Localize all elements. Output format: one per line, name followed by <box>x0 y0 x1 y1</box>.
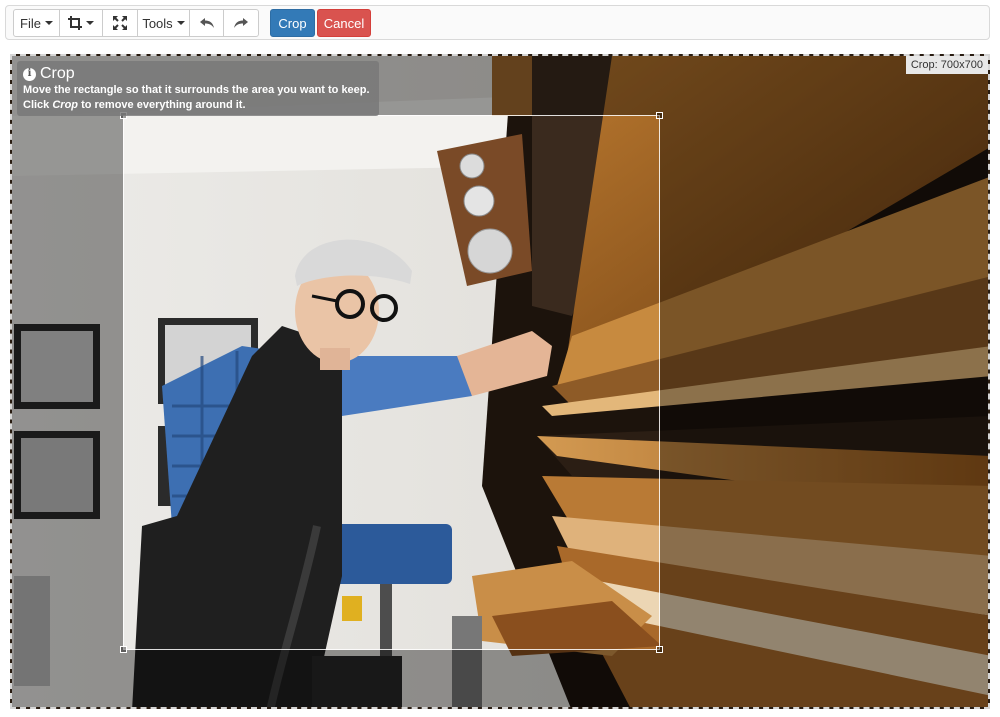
file-menu-button[interactable]: File <box>14 10 60 36</box>
tools-menu-label: Tools <box>142 15 173 31</box>
crop-handle-bottom-left[interactable] <box>120 646 127 653</box>
fit-to-screen-button[interactable] <box>103 10 138 36</box>
undo-arrow-icon <box>199 18 214 28</box>
crop-icon <box>68 16 82 30</box>
crop-handle-top-right[interactable] <box>656 112 663 119</box>
tooltip-line-2-end: to remove everything around it. <box>78 99 246 111</box>
chevron-down-icon <box>86 21 94 25</box>
crop-mask-bottom <box>12 650 988 707</box>
tooltip-title: Crop <box>40 65 75 82</box>
crop-size-label: Crop: 700x700 <box>905 56 988 74</box>
chevron-down-icon <box>176 21 185 25</box>
undo-button[interactable] <box>190 10 224 36</box>
crop-mask-left <box>12 115 123 650</box>
tooltip-title-row: i Crop <box>23 65 373 83</box>
crop-handle-bottom-right[interactable] <box>656 646 663 653</box>
crop-instructions-tooltip: i Crop Move the rectangle so that it sur… <box>17 61 379 116</box>
crop-button[interactable]: Crop <box>270 9 315 37</box>
toolbar-button-group: File Tools <box>13 9 259 37</box>
tooltip-line-1: Move the rectangle so that it surrounds … <box>23 84 370 96</box>
tooltip-line-2-start: Click <box>23 99 53 111</box>
fit-to-screen-icon <box>113 16 127 30</box>
file-menu-label: File <box>20 15 41 31</box>
crop-rectangle[interactable] <box>120 112 663 653</box>
crop-mask-right <box>660 115 988 650</box>
cancel-button[interactable]: Cancel <box>317 9 371 37</box>
image-canvas[interactable]: Crop: 700x700 i Crop Move the rectangle … <box>10 54 990 709</box>
crop-tool-button[interactable] <box>60 10 103 36</box>
info-icon: i <box>23 67 36 81</box>
editor-toolbar: File Tools Crop Cancel <box>5 5 990 40</box>
tooltip-crop-emphasis: Crop <box>52 99 79 111</box>
redo-arrow-icon <box>234 18 248 28</box>
redo-button[interactable] <box>224 10 258 36</box>
tools-menu-button[interactable]: Tools <box>138 10 190 36</box>
chevron-down-icon <box>44 21 53 25</box>
tooltip-line-2: Click Crop to remove everything around i… <box>23 98 373 113</box>
